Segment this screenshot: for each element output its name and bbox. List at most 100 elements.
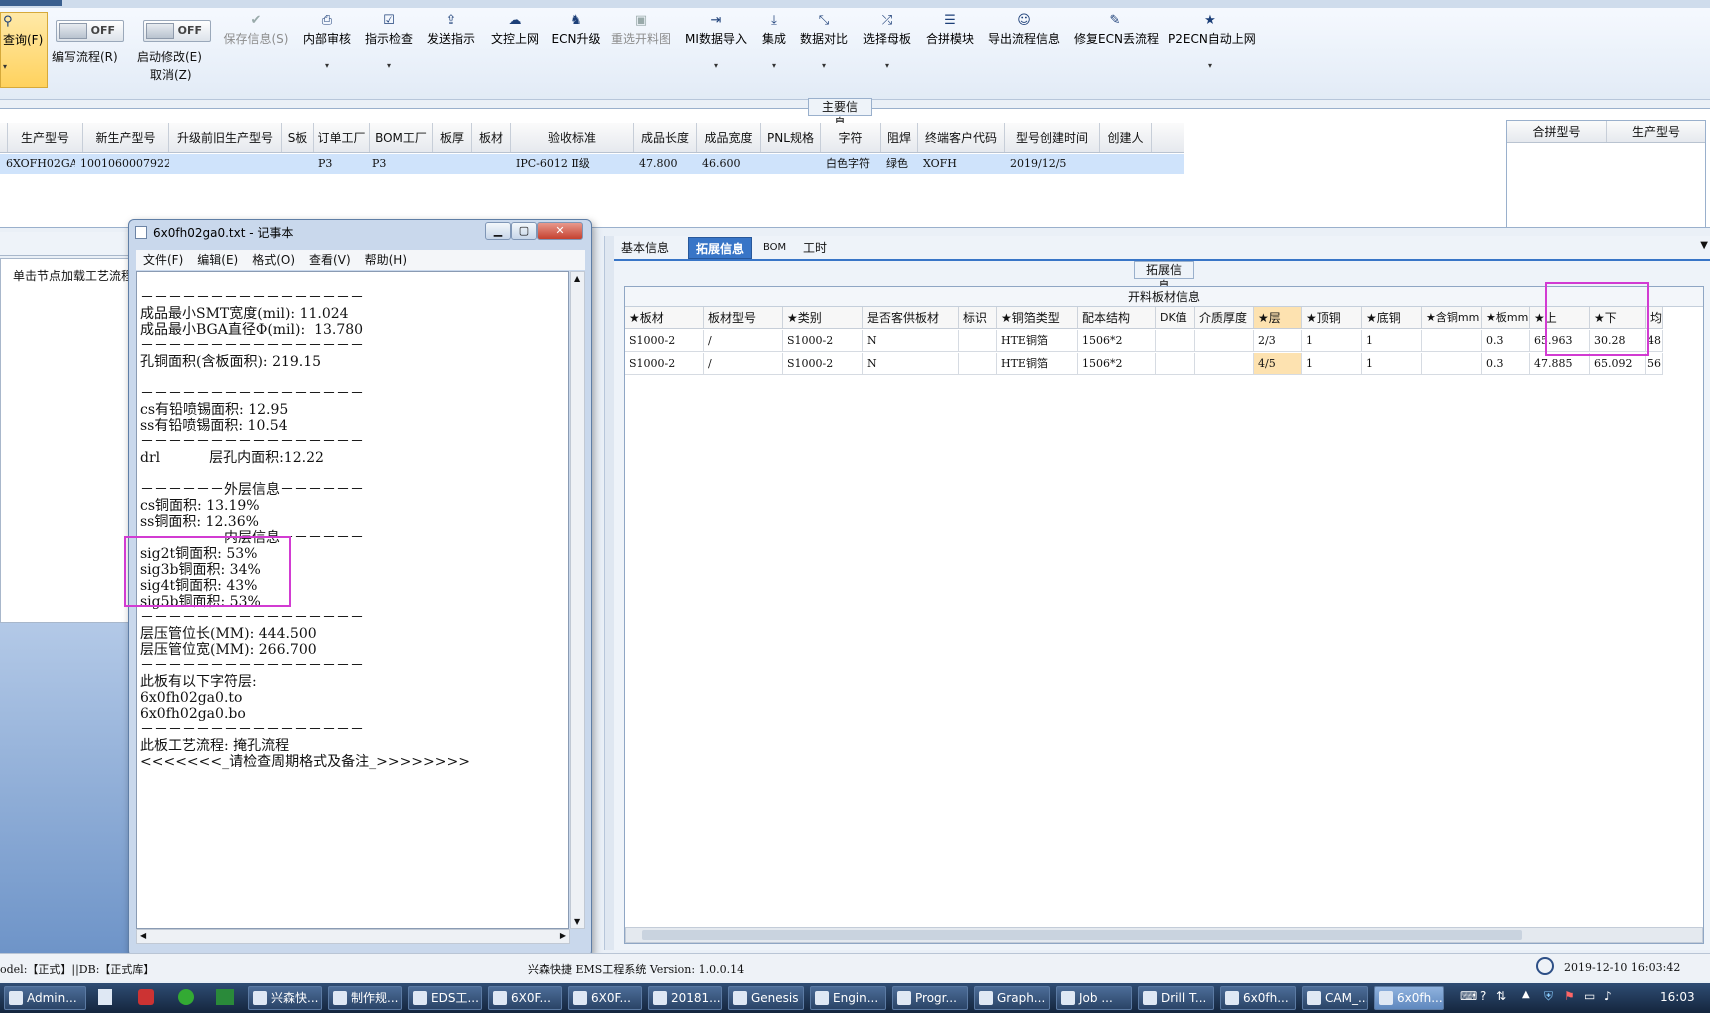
cell[interactable]: 1 bbox=[1362, 353, 1422, 374]
volume-icon[interactable]: ♪ bbox=[1604, 989, 1612, 1003]
col-header[interactable]: 新生产型号 bbox=[83, 123, 169, 152]
col-header[interactable]: 型号创建时间 bbox=[1005, 123, 1100, 152]
app-quicklaunch-icon[interactable] bbox=[216, 989, 234, 1005]
cell[interactable] bbox=[1422, 330, 1482, 351]
cell[interactable]: S1000-2 bbox=[625, 330, 704, 351]
export-flow-info-button[interactable]: ☺ 导出流程信息 bbox=[986, 12, 1062, 88]
main-grid-row[interactable]: 6XOFH02GA0 10010600079220 P3 P3 IPC-6012… bbox=[0, 154, 1184, 174]
col-header[interactable]: ★底铜 bbox=[1362, 307, 1422, 328]
col-header[interactable]: 生产型号 bbox=[8, 123, 83, 152]
col-header[interactable]: ★铜箔类型 bbox=[997, 307, 1078, 328]
cell[interactable]: S1000-2 bbox=[783, 353, 863, 374]
cell[interactable] bbox=[1195, 353, 1254, 374]
save-info-button[interactable]: ✔ 保存信息(S) bbox=[220, 12, 292, 88]
cell[interactable]: N bbox=[863, 330, 959, 351]
col-header[interactable]: 订单工厂 bbox=[314, 123, 370, 152]
taskbar-item[interactable]: Genesis bbox=[728, 986, 804, 1010]
col-header[interactable]: ★类别 bbox=[783, 307, 863, 328]
cell[interactable] bbox=[1156, 353, 1195, 374]
cell[interactable] bbox=[1156, 330, 1195, 351]
col-header[interactable]: 字符 bbox=[821, 123, 881, 152]
col-header[interactable]: PNL规格 bbox=[761, 123, 821, 152]
col-header[interactable]: 合拼型号 bbox=[1507, 121, 1607, 142]
tab-basic-info[interactable]: 基本信息 bbox=[614, 237, 676, 259]
network-icon[interactable]: ⇅ bbox=[1496, 989, 1506, 1003]
taskbar-item[interactable]: EDS工... bbox=[408, 986, 482, 1010]
scroll-up-icon[interactable]: ▲ bbox=[574, 274, 580, 283]
col-header[interactable]: ★含铜mm bbox=[1422, 307, 1482, 328]
col-header[interactable]: BOM工厂 bbox=[370, 123, 433, 152]
col-header[interactable]: 成品长度 bbox=[634, 123, 697, 152]
cell[interactable]: / bbox=[704, 353, 783, 374]
cell[interactable]: 1 bbox=[1302, 330, 1362, 351]
taskbar-item[interactable]: Drill T... bbox=[1138, 986, 1214, 1010]
taskbar-clock[interactable]: 16:03 bbox=[1660, 990, 1695, 1004]
taskbar-item[interactable]: Graph... bbox=[974, 986, 1050, 1010]
cell[interactable]: S1000-2 bbox=[625, 353, 704, 374]
taskbar-item[interactable]: 6X0F... bbox=[568, 986, 642, 1010]
cell-focused[interactable]: 4/5 bbox=[1254, 353, 1302, 374]
cell[interactable]: 1506*2 bbox=[1078, 353, 1156, 374]
col-header[interactable]: 阻焊 bbox=[881, 123, 918, 152]
cell[interactable]: 65.092 bbox=[1590, 353, 1646, 374]
col-header[interactable]: 升级前旧生产型号 bbox=[169, 123, 282, 152]
cell[interactable]: 1506*2 bbox=[1078, 330, 1156, 351]
internal-review-button[interactable]: ⎙ 内部审核 ▾ bbox=[300, 12, 354, 88]
data-compare-button[interactable]: ⤡ 数据对比 ▾ bbox=[798, 12, 850, 88]
scroll-down-icon[interactable]: ▼ bbox=[574, 917, 580, 926]
tab-extended-info[interactable]: 拓展信息 bbox=[688, 237, 753, 259]
ecn-upgrade-button[interactable]: ♞ ECN升级 bbox=[550, 12, 602, 88]
cell[interactable]: 1 bbox=[1302, 353, 1362, 374]
app-quicklaunch-icon[interactable] bbox=[98, 989, 112, 1005]
taskbar-item[interactable]: Progr... bbox=[892, 986, 968, 1010]
taskbar-item[interactable]: 制作规... bbox=[328, 986, 402, 1010]
p2ecn-auto-online-button[interactable]: ★ P2ECN自动上网 ▾ bbox=[1168, 12, 1256, 88]
material-row[interactable]: S1000-2 / S1000-2 N HTE铜箔 1506*2 4/5 1 1… bbox=[625, 353, 1663, 375]
cell[interactable]: 0.3 bbox=[1482, 353, 1530, 374]
cell[interactable] bbox=[1422, 353, 1482, 374]
app-quicklaunch-icon[interactable] bbox=[138, 989, 154, 1005]
col-header[interactable]: 板材 bbox=[472, 123, 511, 152]
col-header[interactable]: ★层 bbox=[1254, 307, 1302, 328]
menu-edit[interactable]: 编辑(E) bbox=[190, 250, 245, 270]
app-quicklaunch-icon[interactable] bbox=[178, 989, 194, 1005]
doc-control-online-button[interactable]: ☁ 文控上网 bbox=[488, 12, 542, 88]
horizontal-scrollbar[interactable] bbox=[625, 927, 1703, 943]
material-row[interactable]: S1000-2 / S1000-2 N HTE铜箔 1506*2 2/3 1 1… bbox=[625, 330, 1663, 352]
scroll-right-icon[interactable]: ▶ bbox=[560, 931, 566, 940]
instruction-check-button[interactable]: ☑ 指示检查 ▾ bbox=[362, 12, 416, 88]
menu-help[interactable]: 帮助(H) bbox=[358, 250, 414, 270]
help-icon[interactable]: ? bbox=[1480, 989, 1486, 1003]
taskbar-item[interactable]: Engin... bbox=[810, 986, 886, 1010]
monitor-icon[interactable]: ▭ bbox=[1584, 989, 1595, 1003]
scroll-thumb[interactable] bbox=[642, 930, 1522, 940]
cell[interactable]: 47.885 bbox=[1530, 353, 1590, 374]
cancel-button[interactable]: 取消(Z) bbox=[150, 66, 192, 83]
col-header[interactable]: 成品宽度 bbox=[697, 123, 761, 152]
taskbar-item-active[interactable]: 6x0fh... bbox=[1374, 986, 1444, 1010]
minimize-button[interactable]: ▁ bbox=[485, 222, 511, 240]
auto-modify-toggle[interactable]: OFF bbox=[143, 20, 211, 42]
col-header[interactable]: 终端客户代码 bbox=[918, 123, 1005, 152]
col-header[interactable]: ★板材 bbox=[625, 307, 704, 328]
cell[interactable]: 1 bbox=[1362, 330, 1422, 351]
taskbar-item[interactable]: 20181... bbox=[648, 986, 722, 1010]
cell[interactable] bbox=[959, 330, 997, 351]
notepad-horizontal-scrollbar[interactable]: ◀ ▶ bbox=[136, 929, 570, 944]
taskbar-item[interactable]: 兴森快... bbox=[248, 986, 322, 1010]
cell[interactable]: 2/3 bbox=[1254, 330, 1302, 351]
col-header[interactable]: 配本结构 bbox=[1078, 307, 1156, 328]
flag-icon[interactable]: ⚑ bbox=[1564, 989, 1575, 1003]
taskbar-item[interactable]: Admin... bbox=[4, 986, 86, 1010]
merge-module-button[interactable]: ☰ 合拼模块 bbox=[924, 12, 976, 88]
col-header[interactable]: 板材型号 bbox=[704, 307, 783, 328]
integrate-button[interactable]: ⤓ 集成 ▾ bbox=[756, 12, 792, 88]
tab-work-hours[interactable]: 工时 bbox=[796, 237, 834, 259]
notepad-window[interactable]: 6x0fh02ga0.txt - 记事本 ▁ ▢ ✕ 文件(F) 编辑(E) 格… bbox=[124, 219, 592, 957]
taskbar-item[interactable]: 6X0F... bbox=[488, 986, 562, 1010]
notepad-vertical-scrollbar[interactable]: ▲ ▼ bbox=[570, 271, 585, 929]
cell[interactable] bbox=[1195, 330, 1254, 351]
col-header[interactable]: DK值 bbox=[1156, 307, 1195, 328]
col-header[interactable]: ★顶铜 bbox=[1302, 307, 1362, 328]
cell[interactable]: 56. bbox=[1646, 353, 1663, 374]
